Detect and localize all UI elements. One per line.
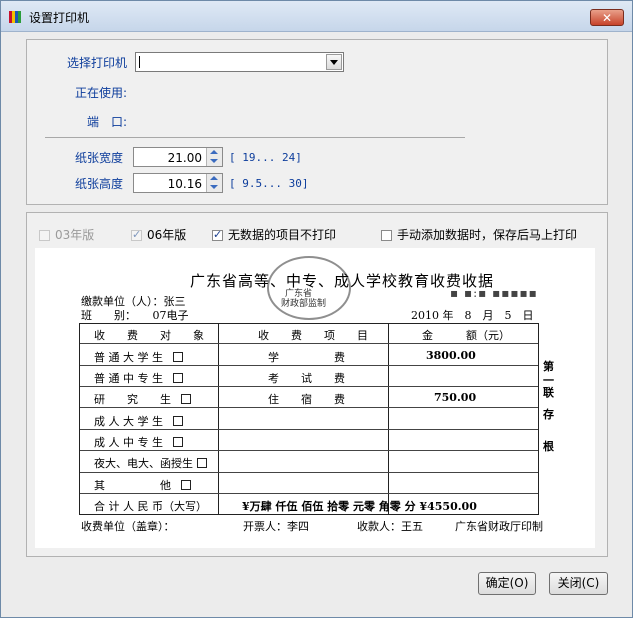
- checkbox-square: [173, 352, 183, 362]
- checkbox-square: [181, 480, 191, 490]
- paper-height-value: 10.16: [167, 177, 202, 191]
- target-row: 其 他: [94, 477, 191, 493]
- stub-label-3: 联: [543, 386, 554, 399]
- in-use-label: 正在使用:: [75, 86, 128, 100]
- row-divider: [80, 365, 538, 366]
- col-divider: [388, 324, 389, 514]
- target-row: 夜大、电大、函授生: [94, 455, 207, 471]
- stub-label-4: 存: [543, 408, 554, 421]
- printer-settings-group: 选择打印机 正在使用: 端 口: 纸张宽度 21.00 [ 19... 24] …: [26, 39, 608, 205]
- printer-settings-dialog: 设置打印机 ✕ 选择打印机 正在使用: 端 口: 纸张宽度 21.00 [ 19…: [0, 0, 633, 618]
- skip-empty-option[interactable]: 无数据的项目不打印: [212, 226, 336, 243]
- target-text: 成 人 大 学 生: [94, 415, 163, 428]
- title-bar: 设置打印机 ✕: [1, 1, 632, 32]
- row-divider: [80, 450, 538, 451]
- receipt-date: 2010 年 8 月 5 日: [411, 309, 534, 322]
- checkbox-square: [197, 458, 207, 468]
- row-divider: [80, 407, 538, 408]
- class-label: 班 别： 07电子: [81, 309, 189, 322]
- footer-unit: 收费单位（盖章）：: [81, 520, 175, 533]
- row-divider: [80, 472, 538, 473]
- target-row: 成 人 大 学 生: [94, 413, 183, 429]
- receipt-title: 广东省高等、中专、成人学校教育收费收据: [190, 272, 495, 290]
- row-divider: [80, 429, 538, 430]
- row-divider: [80, 493, 538, 494]
- target-row: 普 通 大 学 生: [94, 349, 183, 365]
- total-text: ¥万肆 仟伍 佰伍 拾零 元零 角零 分 ¥4550.00: [242, 500, 477, 513]
- chevron-down-icon[interactable]: [326, 54, 342, 70]
- target-text: 成 人 中 专 生: [94, 436, 163, 449]
- col-item-header: 收 费 项 目: [258, 329, 368, 342]
- target-row: 成 人 中 专 生: [94, 434, 183, 450]
- row-divider: [80, 386, 538, 387]
- spin-buttons[interactable]: [206, 148, 222, 166]
- footer-printer: 广东省财政厅印制: [455, 520, 543, 533]
- close-window-button[interactable]: ✕: [590, 9, 624, 26]
- skip-empty-label: 无数据的项目不打印: [228, 228, 337, 242]
- version-06-option[interactable]: 06年版: [131, 226, 186, 243]
- footer-payee: 收款人：王五: [357, 520, 423, 533]
- amount-text: 750.00: [434, 391, 477, 404]
- paper-width-label: 纸张宽度: [75, 151, 124, 165]
- checkbox-skip-empty[interactable]: [212, 228, 223, 241]
- version-03-option[interactable]: 03年版: [39, 226, 94, 243]
- spin-buttons[interactable]: [206, 174, 222, 192]
- paper-height-label: 纸张高度: [75, 177, 124, 191]
- receipt-preview: 广东省 财政部监制 广东省高等、中专、成人学校教育收费收据 ▪ ▪:▪ ▪▪▪▪…: [35, 248, 595, 548]
- col-divider: [218, 324, 219, 514]
- checkbox-auto-print[interactable]: [381, 230, 392, 241]
- spin-down-icon[interactable]: [210, 159, 218, 163]
- total-label: 合 计 人 民 币（大写）: [94, 500, 207, 513]
- checkbox-03[interactable]: [39, 230, 50, 241]
- printer-select[interactable]: [135, 52, 344, 72]
- spin-up-icon[interactable]: [210, 150, 218, 154]
- paper-width-value: 21.00: [167, 151, 202, 165]
- receipt-table: 收 费 对 象 收 费 项 目 金 额（元） 普 通 大 学 生 学 费 380…: [79, 323, 539, 515]
- target-text: 其 他: [94, 479, 171, 492]
- footer-issuer: 开票人：李四: [243, 520, 309, 533]
- target-row: 研 究 生: [94, 391, 191, 407]
- target-text: 普 通 大 学 生: [94, 351, 163, 364]
- text-caret: [139, 56, 140, 68]
- checkbox-06[interactable]: [131, 228, 142, 241]
- checkbox-square: [181, 394, 191, 404]
- target-text: 夜大、电大、函授生: [94, 457, 193, 470]
- ok-button[interactable]: 确定(O): [478, 572, 536, 595]
- amount-text: 3800.00: [426, 349, 476, 362]
- row-divider: [80, 343, 538, 344]
- item-text: 学 费: [268, 351, 345, 364]
- paper-height-spinner[interactable]: 10.16: [133, 173, 223, 193]
- checkbox-square: [173, 437, 183, 447]
- auto-print-option[interactable]: 手动添加数据时，保存后马上打印: [381, 226, 577, 243]
- auto-print-label: 手动添加数据时，保存后马上打印: [397, 228, 578, 242]
- seal-text-2: 财政部监制: [281, 299, 327, 309]
- target-text: 普 通 中 专 生: [94, 372, 163, 385]
- spin-up-icon[interactable]: [210, 176, 218, 180]
- paper-width-range: [ 19... 24]: [229, 151, 302, 164]
- separator: [45, 137, 465, 138]
- item-text: 住 宿 费: [268, 393, 345, 406]
- select-printer-label: 选择打印机: [67, 56, 128, 70]
- port-label: 端 口:: [87, 115, 128, 129]
- stub-label-5: 根: [543, 440, 554, 453]
- paper-height-range: [ 9.5... 30]: [229, 177, 309, 190]
- version-03-label: 03年版: [55, 228, 95, 242]
- paper-width-spinner[interactable]: 21.00: [133, 147, 223, 167]
- checkbox-square: [173, 416, 183, 426]
- target-row: 普 通 中 专 生: [94, 370, 183, 386]
- col-target-header: 收 费 对 象: [94, 329, 204, 342]
- window-title: 设置打印机: [29, 11, 90, 25]
- version-06-label: 06年版: [147, 228, 187, 242]
- col-amount-header: 金 额（元）: [422, 329, 510, 342]
- checkbox-square: [173, 373, 183, 383]
- spin-down-icon[interactable]: [210, 185, 218, 189]
- printer-app-icon: [9, 11, 21, 23]
- target-text: 研 究 生: [94, 393, 171, 406]
- print-noise: ▪ ▪:▪ ▪▪▪▪▪: [450, 286, 538, 300]
- print-preview-group: 03年版 06年版 无数据的项目不打印 手动添加数据时，保存后马上打印 广东省 …: [26, 212, 608, 557]
- close-button[interactable]: 关闭(C): [549, 572, 608, 595]
- item-text: 考 试 费: [268, 372, 345, 385]
